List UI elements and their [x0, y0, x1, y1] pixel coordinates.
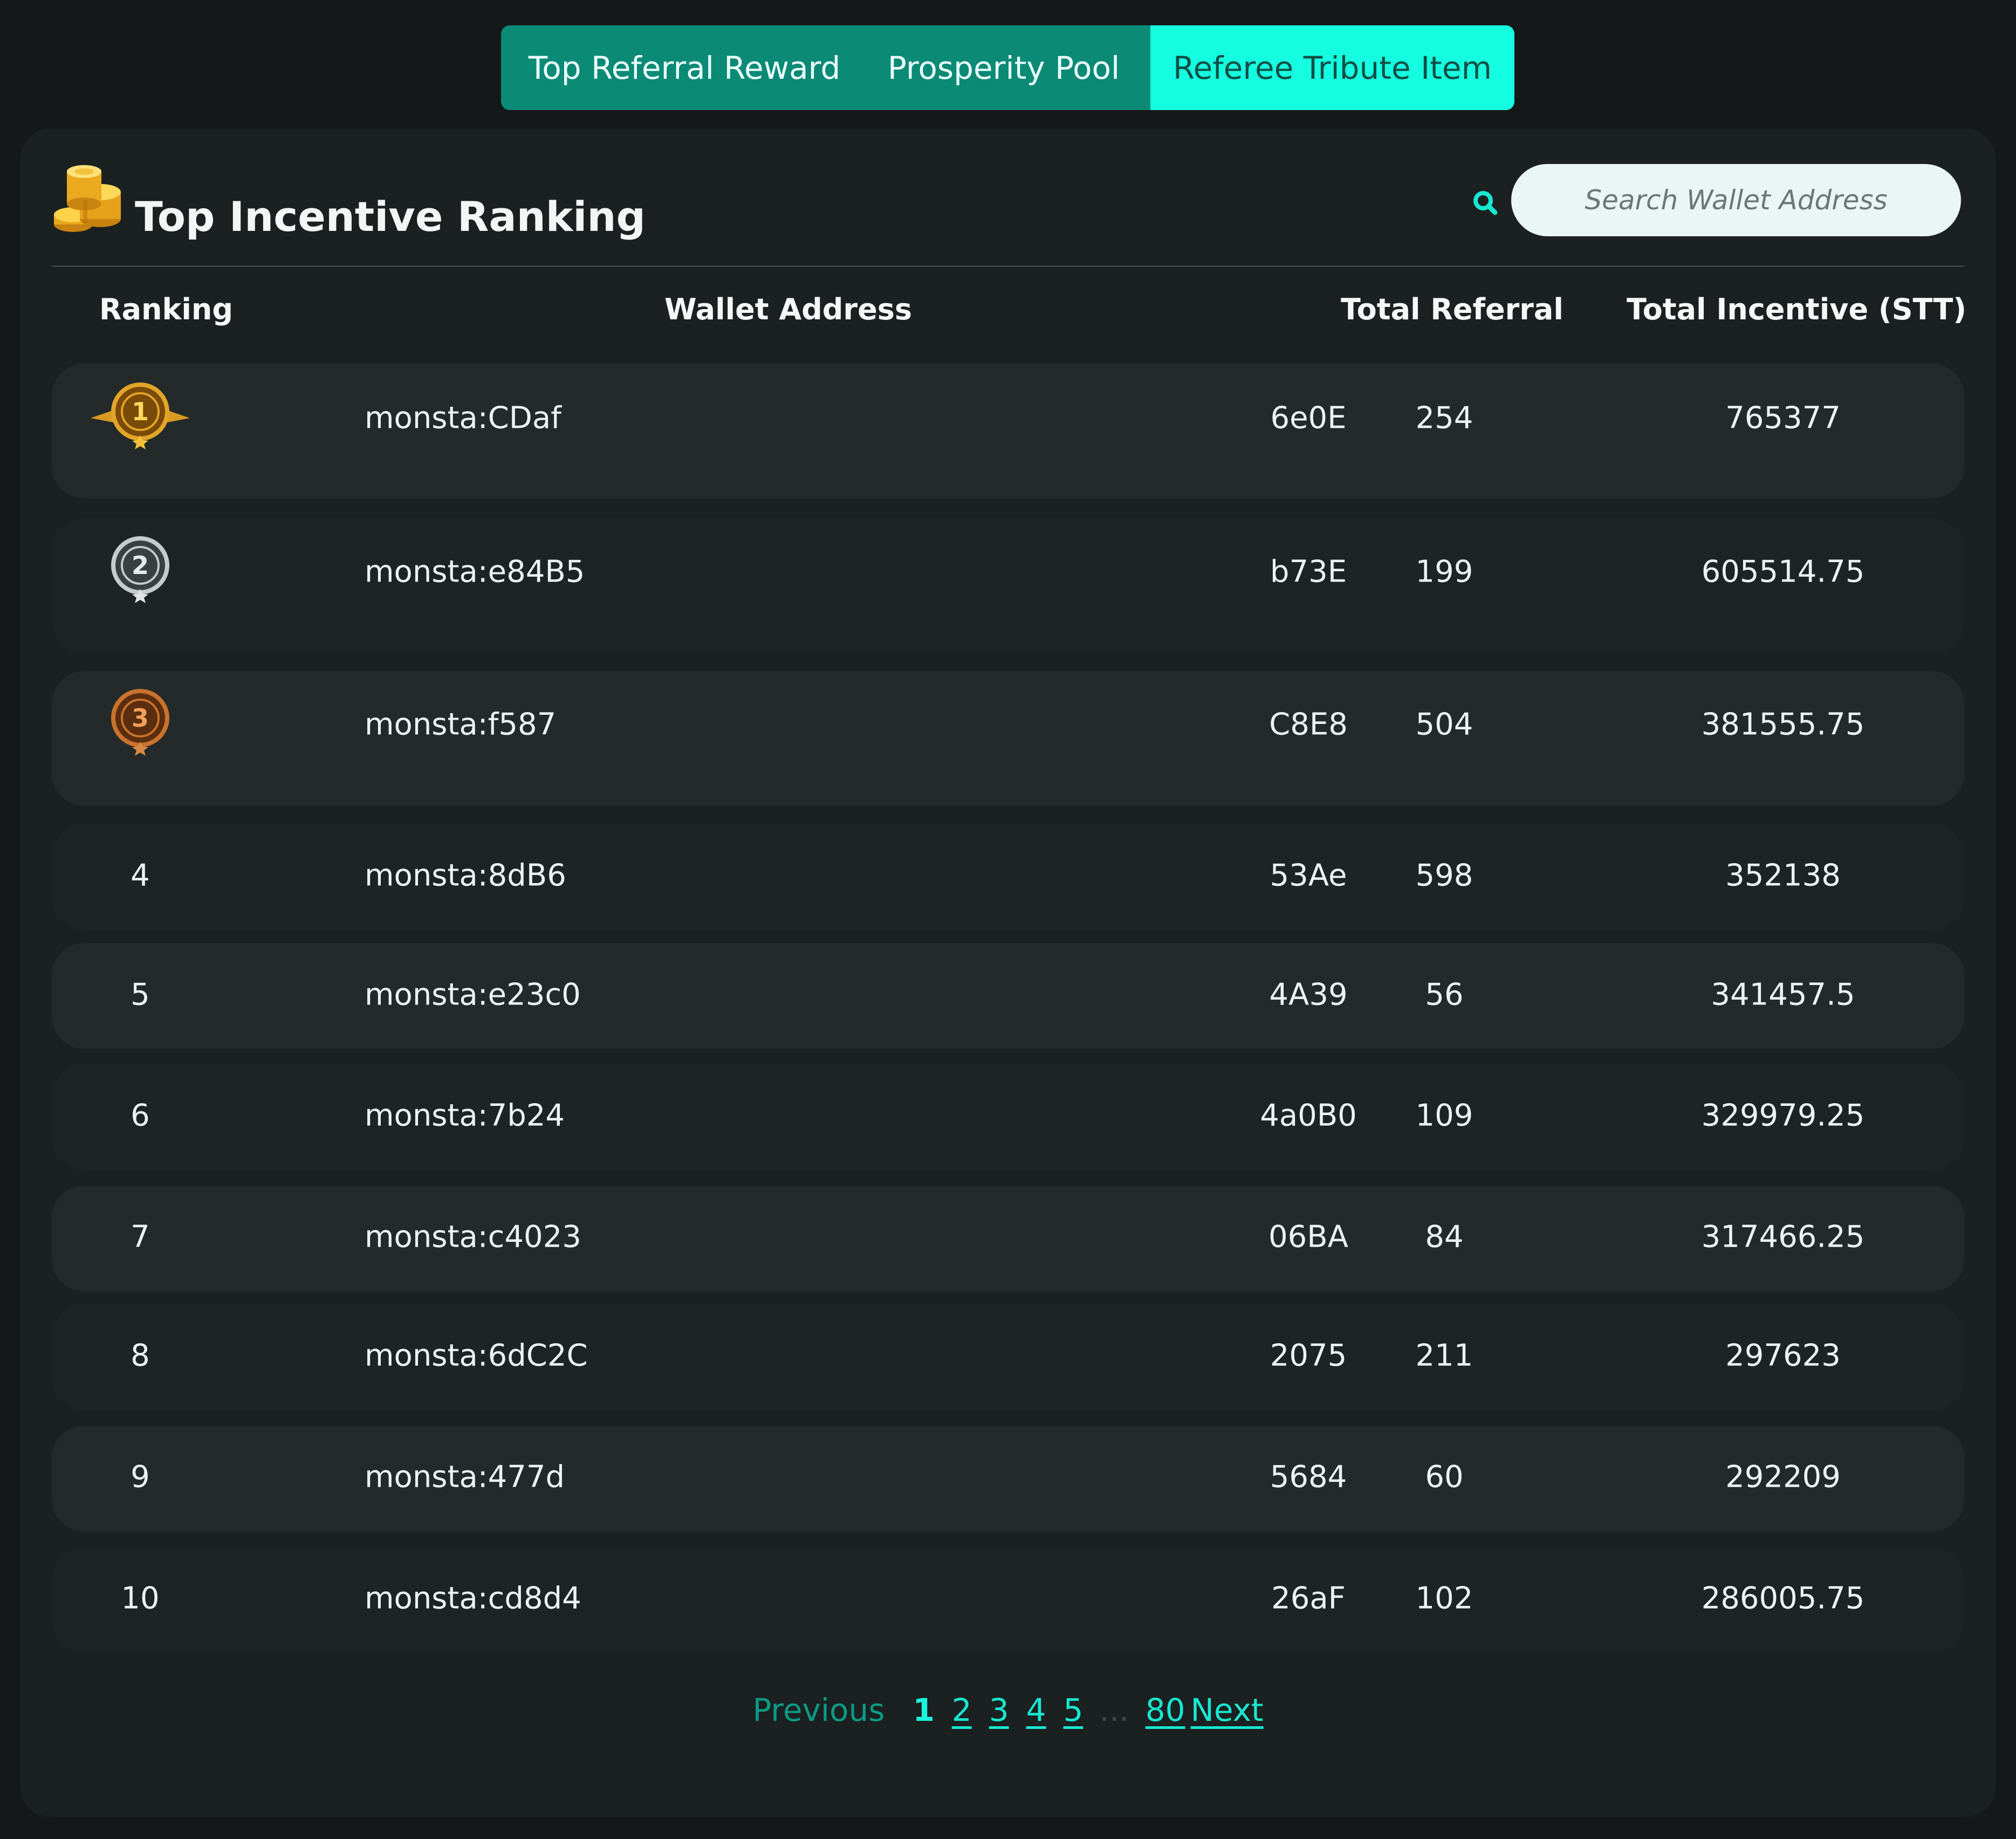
total-incentive-value: 341457.5: [1711, 977, 1855, 1013]
rank-number: 7: [131, 1219, 150, 1255]
table-row: 3 monsta:f587 C8E8 504 381555.75: [52, 671, 1964, 806]
total-incentive-value: 765377: [1725, 400, 1841, 436]
tab-top-referral-reward[interactable]: Top Referral Reward: [501, 25, 857, 110]
wallet-address-start[interactable]: monsta:7b24: [365, 1098, 565, 1133]
panel-header: Top Incentive Ranking: [51, 161, 646, 242]
wallet-address-start[interactable]: monsta:8dB6: [365, 858, 566, 893]
page-1-link[interactable]: 1: [913, 1692, 934, 1728]
table-header: Ranking Wallet Address Total Referral To…: [52, 277, 1967, 342]
total-incentive-value: 329979.25: [1701, 1098, 1865, 1133]
rank-number: 4: [131, 858, 150, 893]
total-referral-value: 598: [1415, 858, 1473, 893]
header-divider: [52, 265, 1964, 267]
table-row: 9 monsta:477d 5684 60 292209: [52, 1426, 1964, 1532]
table-row: 10 monsta:cd8d4 26aF 102 286005.75: [52, 1547, 1964, 1653]
total-referral-value: 102: [1415, 1581, 1473, 1616]
column-header-total-incentive: Total Incentive (STT): [1627, 292, 1967, 326]
table-row: 5 monsta:e23c0 4A39 56 341457.5: [52, 943, 1964, 1049]
tab-referee-tribute-item[interactable]: Referee Tribute Item: [1150, 25, 1514, 110]
total-referral-value: 254: [1415, 400, 1473, 436]
page-title: Top Incentive Ranking: [135, 193, 646, 241]
total-referral-value: 211: [1415, 1338, 1473, 1373]
wallet-address-start[interactable]: monsta:e23c0: [365, 977, 581, 1013]
total-referral-value: 199: [1415, 554, 1473, 590]
column-header-wallet-address: Wallet Address: [664, 292, 912, 326]
page-80-link[interactable]: 80: [1146, 1692, 1185, 1728]
rank-number: 5: [131, 977, 150, 1013]
page-3-link[interactable]: 3: [989, 1692, 1009, 1728]
rank-number: 9: [131, 1459, 150, 1495]
total-incentive-value: 286005.75: [1701, 1581, 1865, 1616]
ranking-panel: Top Incentive Ranking Ranking Wallet Add…: [20, 128, 1996, 1817]
search-icon[interactable]: [1467, 184, 1505, 222]
total-incentive-value: 605514.75: [1701, 554, 1865, 590]
table-row: 1 monsta:CDaf 6e0E 254 765377: [52, 364, 1964, 498]
table-row: 2 monsta:e84B5 b73E 199 605514.75: [52, 518, 1964, 653]
previous-page-button[interactable]: Previous: [752, 1692, 884, 1728]
table-row: 4 monsta:8dB6 53Ae 598 352138: [52, 824, 1964, 930]
total-referral-value: 56: [1425, 977, 1464, 1013]
page-2-link[interactable]: 2: [952, 1692, 972, 1728]
column-header-total-referral: Total Referral: [1341, 292, 1564, 326]
wallet-address-start[interactable]: monsta:cd8d4: [365, 1581, 581, 1616]
pagination-ellipsis: ...: [1099, 1692, 1129, 1728]
wallet-address-start[interactable]: monsta:CDaf: [365, 401, 561, 436]
total-incentive-value: 317466.25: [1701, 1219, 1865, 1255]
total-referral-value: 109: [1415, 1098, 1473, 1133]
pagination: Previous 1 2 3 4 5 ... 80 Next: [0, 1688, 2016, 1732]
wallet-address-start[interactable]: monsta:f587: [365, 707, 556, 742]
rank-number: 2: [132, 551, 149, 580]
total-referral-value: 84: [1425, 1219, 1464, 1255]
wallet-address-start[interactable]: monsta:477d: [365, 1460, 565, 1495]
table-row: 8 monsta:6dC2C 2075 211 297623: [52, 1304, 1964, 1410]
search-wallet-input[interactable]: [1511, 164, 1961, 236]
column-header-ranking: Ranking: [99, 292, 233, 326]
rank-number: 1: [132, 397, 149, 426]
rank-number: 8: [131, 1338, 150, 1373]
tab-prosperity-pool[interactable]: Prosperity Pool: [857, 25, 1150, 110]
wallet-address-start[interactable]: monsta:6dC2C: [365, 1338, 588, 1373]
bronze-medal-icon: 3: [105, 686, 175, 763]
silver-medal-icon: 2: [105, 533, 175, 611]
gold-medal-icon: 1: [86, 379, 194, 457]
total-referral-value: 504: [1415, 707, 1473, 742]
next-page-button[interactable]: Next: [1191, 1692, 1264, 1728]
total-incentive-value: 297623: [1725, 1338, 1841, 1373]
wallet-address-start[interactable]: monsta:c4023: [365, 1220, 581, 1255]
page-4-link[interactable]: 4: [1026, 1692, 1046, 1728]
total-incentive-value: 352138: [1725, 858, 1841, 893]
total-incentive-value: 292209: [1725, 1459, 1841, 1495]
gold-coins-icon: [51, 161, 126, 242]
total-referral-value: 60: [1425, 1459, 1464, 1495]
table-row: 6 monsta:7b24 4a0B0 109 329979.25: [52, 1064, 1964, 1170]
table-row: 7 monsta:c4023 06BA 84 317466.25: [52, 1186, 1964, 1291]
rank-number: 6: [131, 1098, 150, 1133]
rank-number: 3: [132, 703, 149, 733]
wallet-address-start[interactable]: monsta:e84B5: [365, 555, 585, 590]
rank-number: 10: [121, 1581, 160, 1616]
tab-bar: Top Referral Reward Prosperity Pool Refe…: [501, 25, 1514, 110]
page-5-link[interactable]: 5: [1064, 1692, 1084, 1728]
total-incentive-value: 381555.75: [1701, 707, 1865, 742]
